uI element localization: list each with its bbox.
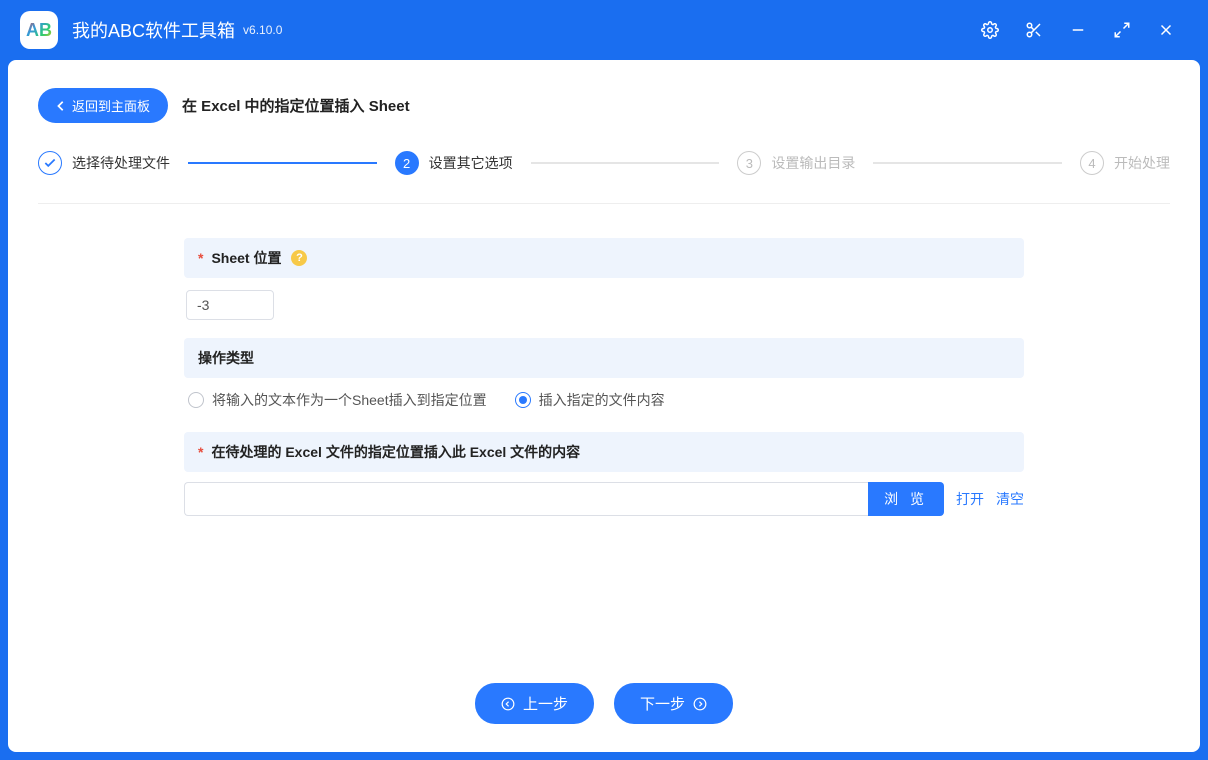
step-3-label: 设置输出目录 xyxy=(771,153,855,173)
radio-insert-file-label: 插入指定的文件内容 xyxy=(539,390,665,410)
minimize-icon[interactable] xyxy=(1056,8,1100,52)
header-row: 返回到主面板 在 Excel 中的指定位置插入 Sheet xyxy=(38,88,1170,123)
help-icon[interactable]: ? xyxy=(291,250,307,266)
step-3: 3 设置输出目录 xyxy=(737,151,855,175)
logo-text: AB xyxy=(26,20,52,41)
file-row: 浏 览 打开 清空 xyxy=(184,472,1024,526)
back-button-label: 返回到主面板 xyxy=(72,96,150,115)
file-path-input[interactable] xyxy=(184,482,868,516)
radio-unchecked-icon xyxy=(188,392,204,408)
step-2-number: 2 xyxy=(395,151,419,175)
open-button[interactable]: 打开 xyxy=(956,489,984,509)
prev-button[interactable]: 上一步 xyxy=(475,683,594,724)
operation-type-label: 操作类型 xyxy=(198,348,254,368)
step-line-3 xyxy=(873,162,1062,164)
required-asterisk: * xyxy=(198,444,203,460)
step-4: 4 开始处理 xyxy=(1080,151,1170,175)
required-asterisk: * xyxy=(198,250,203,266)
page-title: 在 Excel 中的指定位置插入 Sheet xyxy=(182,95,410,116)
settings-icon[interactable] xyxy=(968,8,1012,52)
operation-type-header: 操作类型 xyxy=(184,338,1024,378)
radio-checked-icon xyxy=(515,392,531,408)
form: * Sheet 位置 ? 操作类型 将输入的文本作为一个Sheet插入到指定位置… xyxy=(184,238,1024,665)
step-4-label: 开始处理 xyxy=(1114,153,1170,173)
radio-text-as-sheet[interactable]: 将输入的文本作为一个Sheet插入到指定位置 xyxy=(188,390,487,410)
insert-file-label: 在待处理的 Excel 文件的指定位置插入此 Excel 文件的内容 xyxy=(211,442,580,462)
sheet-position-field xyxy=(184,278,1024,338)
file-input-group: 浏 览 xyxy=(184,482,944,516)
back-button[interactable]: 返回到主面板 xyxy=(38,88,168,123)
app-name: 我的ABC软件工具箱 xyxy=(72,17,235,43)
step-4-number: 4 xyxy=(1080,151,1104,175)
content-area: * Sheet 位置 ? 操作类型 将输入的文本作为一个Sheet插入到指定位置… xyxy=(38,204,1170,665)
step-1-check-icon xyxy=(38,151,62,175)
app-logo: AB xyxy=(20,11,58,49)
step-line-1 xyxy=(188,162,377,164)
sheet-position-header: * Sheet 位置 ? xyxy=(184,238,1024,278)
insert-file-header: * 在待处理的 Excel 文件的指定位置插入此 Excel 文件的内容 xyxy=(184,432,1024,472)
sheet-position-input[interactable] xyxy=(186,290,274,320)
close-icon[interactable] xyxy=(1144,8,1188,52)
app-version: v6.10.0 xyxy=(243,23,282,37)
step-1: 选择待处理文件 xyxy=(38,151,170,175)
footer-nav: 上一步 下一步 xyxy=(38,665,1170,732)
step-2-label: 设置其它选项 xyxy=(429,153,513,173)
next-button-label: 下一步 xyxy=(640,693,685,714)
radio-insert-file[interactable]: 插入指定的文件内容 xyxy=(515,390,665,410)
operation-type-radios: 将输入的文本作为一个Sheet插入到指定位置 插入指定的文件内容 xyxy=(184,378,1024,432)
browse-button[interactable]: 浏 览 xyxy=(868,482,944,516)
steps-bar: 选择待处理文件 2 设置其它选项 3 设置输出目录 4 开始处理 xyxy=(38,151,1170,204)
sheet-position-label: Sheet 位置 xyxy=(211,248,281,268)
step-line-2 xyxy=(531,162,720,164)
step-1-label: 选择待处理文件 xyxy=(72,153,170,173)
step-3-number: 3 xyxy=(737,151,761,175)
radio-text-as-sheet-label: 将输入的文本作为一个Sheet插入到指定位置 xyxy=(212,390,487,410)
next-button[interactable]: 下一步 xyxy=(614,683,733,724)
prev-button-label: 上一步 xyxy=(523,693,568,714)
scissors-icon[interactable] xyxy=(1012,8,1056,52)
maximize-icon[interactable] xyxy=(1100,8,1144,52)
step-2: 2 设置其它选项 xyxy=(395,151,513,175)
clear-button[interactable]: 清空 xyxy=(996,489,1024,509)
main-panel: 返回到主面板 在 Excel 中的指定位置插入 Sheet 选择待处理文件 2 … xyxy=(8,60,1200,752)
title-bar: AB 我的ABC软件工具箱 v6.10.0 xyxy=(0,0,1208,60)
